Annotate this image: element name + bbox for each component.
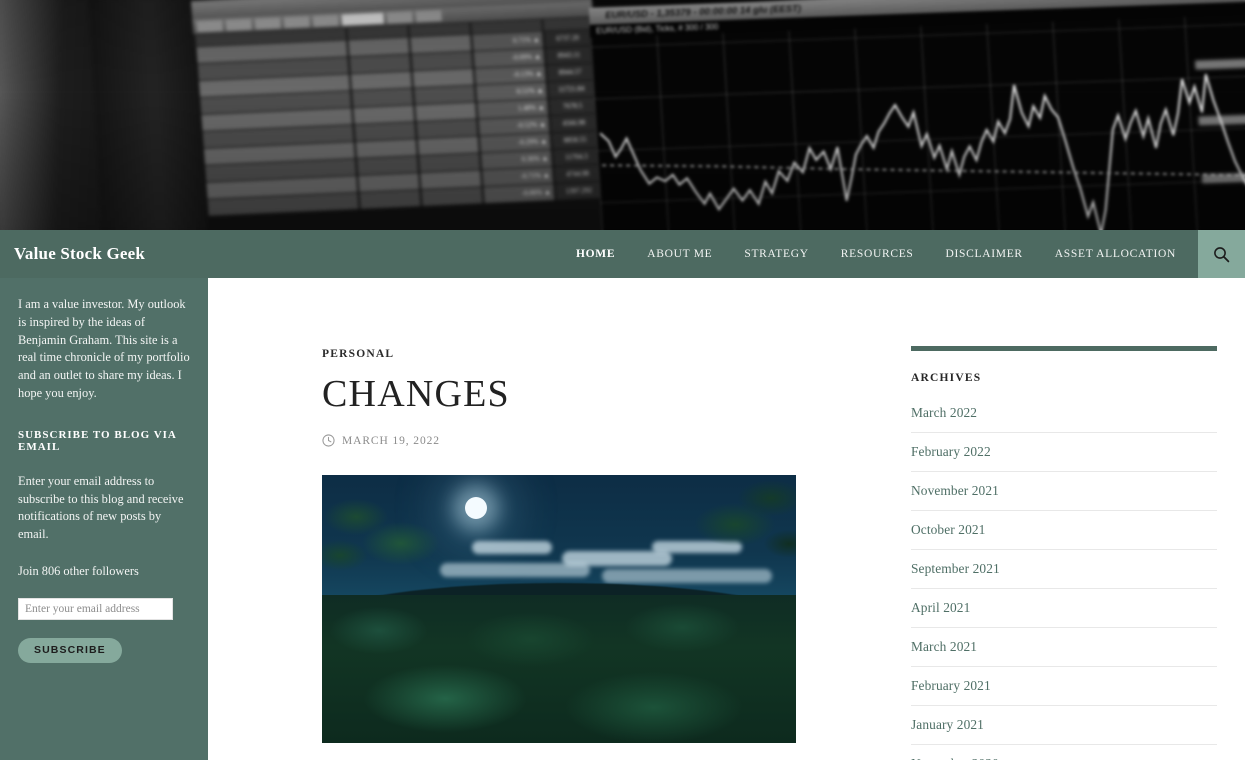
archive-link[interactable]: March 2021 [911, 639, 977, 654]
post-article: Personal Changes March 19, 2022 [322, 348, 798, 743]
foreground-tree-right [666, 475, 796, 587]
nav-item-about-me[interactable]: About Me [647, 248, 712, 260]
archive-link[interactable]: September 2021 [911, 561, 1000, 576]
moon [465, 497, 487, 519]
primary-menu: Home About Me Strategy Resources Disclai… [208, 230, 1198, 278]
nav-item-resources[interactable]: Resources [841, 248, 914, 260]
post-title: Changes [322, 373, 510, 415]
post-category-link[interactable]: Personal [322, 348, 798, 360]
subscribe-button[interactable]: SUBSCRIBE [18, 637, 122, 663]
archive-link[interactable]: January 2021 [911, 717, 984, 732]
widget-top-accent-bar [911, 346, 1217, 351]
archive-list-item[interactable]: October 2021 [911, 511, 1217, 550]
archive-link[interactable]: November 2021 [911, 483, 999, 498]
clock-icon [322, 434, 335, 447]
archive-link[interactable]: November 2020 [911, 756, 999, 760]
archive-list-item[interactable]: March 2021 [911, 628, 1217, 667]
main-content: Personal Changes March 19, 2022 [208, 278, 1245, 760]
nav-item-strategy[interactable]: Strategy [744, 248, 808, 260]
blog-page: 0.71% ▲6737.20 -0.09% ▲8943.11 -0.13% ▲8… [0, 0, 1245, 760]
archive-list-item[interactable]: February 2022 [911, 433, 1217, 472]
archive-list-item[interactable]: November 2021 [911, 472, 1217, 511]
archive-list-item[interactable]: September 2021 [911, 550, 1217, 589]
foreground-tree-left [322, 481, 468, 601]
email-subscription-input[interactable] [18, 597, 173, 620]
sidebar: I am a value investor. My outlook is ins… [0, 278, 208, 760]
subscribe-widget-title: Subscribe to Blog via Email [18, 428, 177, 453]
archive-list-item[interactable]: February 2021 [911, 667, 1217, 706]
archive-list-item[interactable]: April 2021 [911, 589, 1217, 628]
search-toggle-button[interactable] [1198, 230, 1245, 278]
archive-list-item[interactable]: January 2021 [911, 706, 1217, 745]
nav-item-home[interactable]: Home [576, 248, 615, 260]
archive-link[interactable]: April 2021 [911, 600, 970, 615]
archive-link[interactable]: October 2021 [911, 522, 985, 537]
nav-item-asset-allocation[interactable]: Asset Allocation [1055, 248, 1176, 260]
sidebar-intro-text: I am a value investor. My outlook is ins… [18, 297, 190, 400]
subscribe-description: Enter your email address to subscribe to… [18, 473, 184, 542]
forest-canopy [322, 595, 796, 743]
archive-link[interactable]: February 2022 [911, 444, 991, 459]
archive-link[interactable]: March 2022 [911, 405, 977, 420]
site-title[interactable]: Value Stock Geek [0, 244, 208, 264]
archive-list-item[interactable]: March 2022 [911, 400, 1217, 433]
archives-list: March 2022 February 2022 November 2021 O… [911, 400, 1217, 760]
archive-link[interactable]: February 2021 [911, 678, 991, 693]
archives-widget: Archives March 2022 February 2022 Novemb… [911, 346, 1217, 760]
archives-widget-title: Archives [911, 372, 982, 384]
banner-blur-overlay [0, 0, 1245, 230]
archive-list-item[interactable]: November 2020 [911, 745, 1217, 760]
search-icon [1214, 246, 1230, 262]
nav-item-disclaimer[interactable]: Disclaimer [946, 248, 1023, 260]
follower-count-text: Join 806 other followers [18, 563, 139, 578]
post-meta: March 19, 2022 [322, 434, 798, 447]
cloud [472, 541, 552, 554]
site-navigation-bar: Value Stock Geek Home About Me Strategy … [0, 230, 1245, 278]
post-date[interactable]: March 19, 2022 [342, 435, 440, 447]
header-banner-image: 0.71% ▲6737.20 -0.09% ▲8943.11 -0.13% ▲8… [0, 0, 1245, 230]
post-featured-image [322, 475, 796, 743]
